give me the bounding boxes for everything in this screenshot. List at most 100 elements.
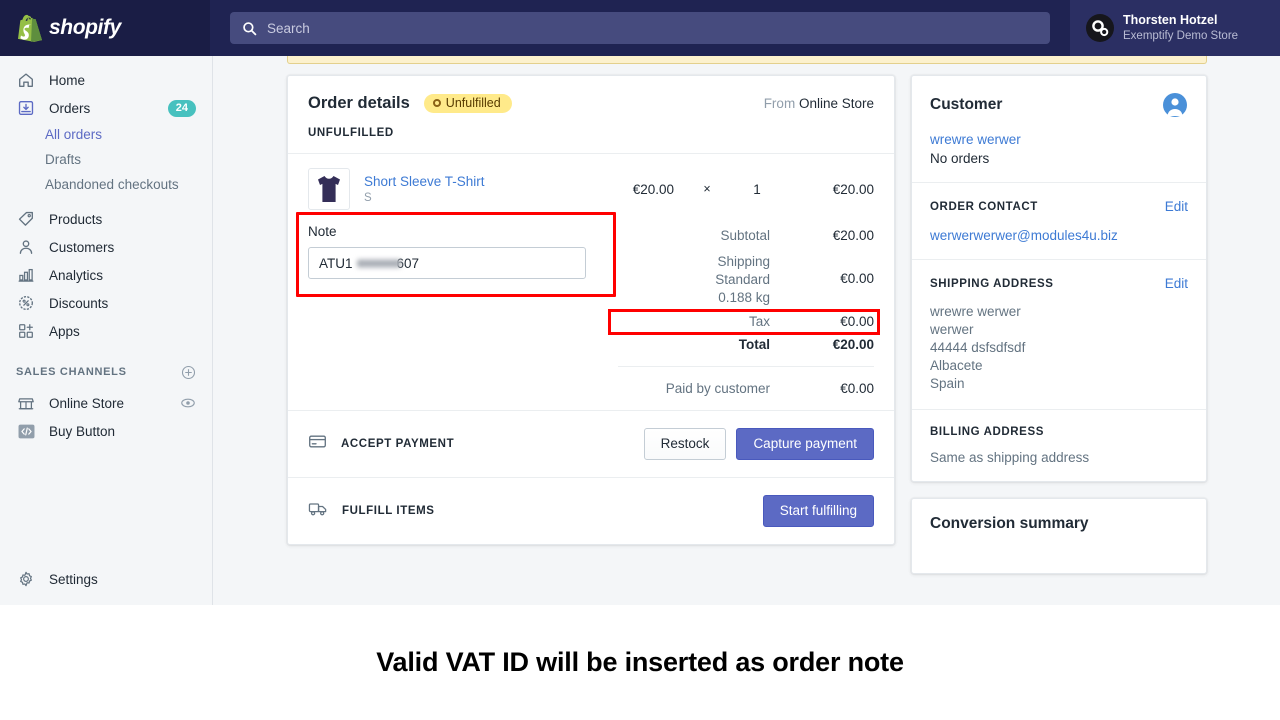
fulfill-buttons: Start fulfilling xyxy=(762,495,874,527)
content-columns: Order details Unfulfilled From Online St… xyxy=(287,75,1207,574)
total-label: Total xyxy=(738,337,770,352)
note-label: Note xyxy=(308,224,337,239)
sidebar-item-online-store[interactable]: Online Store xyxy=(8,389,204,417)
payment-buttons: Restock Capture payment xyxy=(643,428,874,460)
sidebar-item-analytics[interactable]: Analytics xyxy=(8,261,204,289)
accept-payment-row: ACCEPT PAYMENT Restock Capture payment xyxy=(288,410,894,477)
totals-row-paid: Paid by customer €0.00 xyxy=(608,379,874,398)
discount-percent-icon xyxy=(16,293,36,313)
sidebar-item-products[interactable]: Products xyxy=(8,205,204,233)
eye-icon[interactable] xyxy=(180,395,196,411)
code-embed-icon xyxy=(16,421,36,441)
home-icon xyxy=(16,70,36,90)
totals-row-tax: Tax €0.00 xyxy=(608,309,880,335)
main-content: Order details Unfulfilled From Online St… xyxy=(213,56,1280,605)
add-channel-icon[interactable] xyxy=(181,365,196,380)
sidebar-nav: Home Orders 24 All orders Drafts Abandon… xyxy=(0,56,213,605)
totals-row-shipping: Shipping Standard 0.188 kg €0.00 xyxy=(608,245,874,309)
product-variant: S xyxy=(364,192,372,204)
billing-address-section: BILLING ADDRESS Same as shipping address xyxy=(912,409,1206,481)
store-name: Exemptify Demo Store xyxy=(1123,29,1239,42)
order-details-header: Order details Unfulfilled From Online St… xyxy=(288,76,894,113)
totals-row-subtotal: Subtotal €20.00 xyxy=(608,226,874,245)
note-redacted-region xyxy=(357,259,401,268)
sidebar-item-label: Buy Button xyxy=(49,423,116,439)
sidebar-item-apps[interactable]: Apps xyxy=(8,317,204,345)
fulfillment-status-label: UNFULFILLED xyxy=(288,113,894,154)
truck-icon xyxy=(308,499,328,523)
total-value: €20.00 xyxy=(832,337,874,352)
sidebar-subitem-label: All orders xyxy=(45,127,103,142)
shopify-logo[interactable]: shopify xyxy=(0,0,210,56)
sidebar-item-discounts[interactable]: Discounts xyxy=(8,289,204,317)
sales-channels-header: SALES CHANNELS xyxy=(16,361,196,383)
customer-name-link[interactable]: wrewre werwer xyxy=(930,132,1188,147)
subtotal-value: €20.00 xyxy=(832,228,874,243)
capture-payment-button[interactable]: Capture payment xyxy=(736,428,874,460)
customer-avatar-icon xyxy=(1162,92,1188,118)
fulfill-items-label: FULFILL ITEMS xyxy=(342,505,435,517)
avatar xyxy=(1086,14,1114,42)
sidebar-item-label: Home xyxy=(49,72,86,88)
sidebar-subitem-abandoned-checkouts[interactable]: Abandoned checkouts xyxy=(0,172,212,197)
start-fulfilling-button[interactable]: Start fulfilling xyxy=(762,495,874,527)
product-thumbnail[interactable] xyxy=(308,168,350,210)
restock-button[interactable]: Restock xyxy=(643,428,727,460)
user-menu[interactable]: Thorsten Hotzel Exemptify Demo Store xyxy=(1070,0,1280,56)
sidebar-item-home[interactable]: Home xyxy=(8,66,204,94)
conversion-summary-card: Conversion summary xyxy=(911,498,1207,574)
shipping-address-title: SHIPPING ADDRESS xyxy=(930,277,1054,290)
order-source-name: Online Store xyxy=(798,96,874,111)
fulfill-items-row: FULFILL ITEMS Start fulfilling xyxy=(288,477,894,544)
customer-email-link[interactable]: werwerwerwer@modules4u.biz xyxy=(930,228,1188,243)
line-quantity: 1 xyxy=(753,181,761,197)
status-dot-icon xyxy=(432,99,441,107)
sidebar-subitem-drafts[interactable]: Drafts xyxy=(0,147,212,172)
sidebar-item-orders[interactable]: Orders 24 xyxy=(8,94,204,122)
sidebar-item-buy-button[interactable]: Buy Button xyxy=(8,417,204,445)
sidebar-item-label: Customers xyxy=(49,239,115,255)
search-placeholder: Search xyxy=(267,20,310,36)
notice-banner xyxy=(287,56,1207,64)
caption-bar: Valid VAT ID will be inserted as order n… xyxy=(0,605,1280,720)
shopify-bag-icon xyxy=(18,14,42,42)
sidebar-item-label: Discounts xyxy=(49,295,109,311)
note-input[interactable]: ATU1 607 xyxy=(308,247,586,279)
note-value-prefix: ATU1 xyxy=(319,255,353,271)
customer-section: Customer wrewre werwer No orders xyxy=(912,76,1206,182)
shipping-method: Standard xyxy=(715,272,770,287)
gears-logo-icon xyxy=(1092,20,1109,37)
gear-icon xyxy=(16,569,36,589)
billing-address-header: BILLING ADDRESS xyxy=(930,426,1188,438)
product-name-link[interactable]: Short Sleeve T-Shirt xyxy=(364,174,485,189)
customer-card: Customer wrewre werwer No orders ORDER C… xyxy=(911,75,1207,482)
shipping-address-edit-link[interactable]: Edit xyxy=(1165,276,1188,291)
order-contact-edit-link[interactable]: Edit xyxy=(1165,199,1188,214)
order-contact-title: ORDER CONTACT xyxy=(930,200,1038,213)
orders-count-badge: 24 xyxy=(167,99,196,117)
analytics-bar-icon xyxy=(16,265,36,285)
sidebar-item-label: Analytics xyxy=(49,267,104,283)
left-column: Order details Unfulfilled From Online St… xyxy=(287,75,895,574)
search-input[interactable]: Search xyxy=(230,12,1050,44)
address-line: 44444 dsfsdfsdf xyxy=(930,340,1026,355)
paid-label: Paid by customer xyxy=(665,381,770,396)
sidebar-item-label: Products xyxy=(49,211,103,227)
tax-label: Tax xyxy=(748,314,770,329)
order-contact-header: ORDER CONTACT Edit xyxy=(930,199,1188,214)
shipping-weight: 0.188 kg xyxy=(718,290,770,305)
sidebar-item-settings[interactable]: Settings xyxy=(8,565,204,593)
conversion-summary-title: Conversion summary xyxy=(930,515,1089,532)
order-note-section: Note ATU1 607 xyxy=(296,212,616,398)
shipping-details: Shipping Standard 0.188 kg xyxy=(608,253,788,307)
order-contact-section: ORDER CONTACT Edit werwerwerwer@modules4… xyxy=(912,182,1206,259)
billing-address-title: BILLING ADDRESS xyxy=(930,426,1044,438)
shipping-address-section: SHIPPING ADDRESS Edit wrewre werwer werw… xyxy=(912,259,1206,409)
page-title: Order details xyxy=(308,94,410,112)
sidebar-subitem-label: Abandoned checkouts xyxy=(45,177,179,192)
sidebar-subitem-all-orders[interactable]: All orders xyxy=(0,122,212,147)
sidebar-item-customers[interactable]: Customers xyxy=(8,233,204,261)
billing-address-text: Same as shipping address xyxy=(930,450,1090,465)
customer-title: Customer xyxy=(930,96,1003,113)
sidebar-item-label: Settings xyxy=(49,571,98,587)
